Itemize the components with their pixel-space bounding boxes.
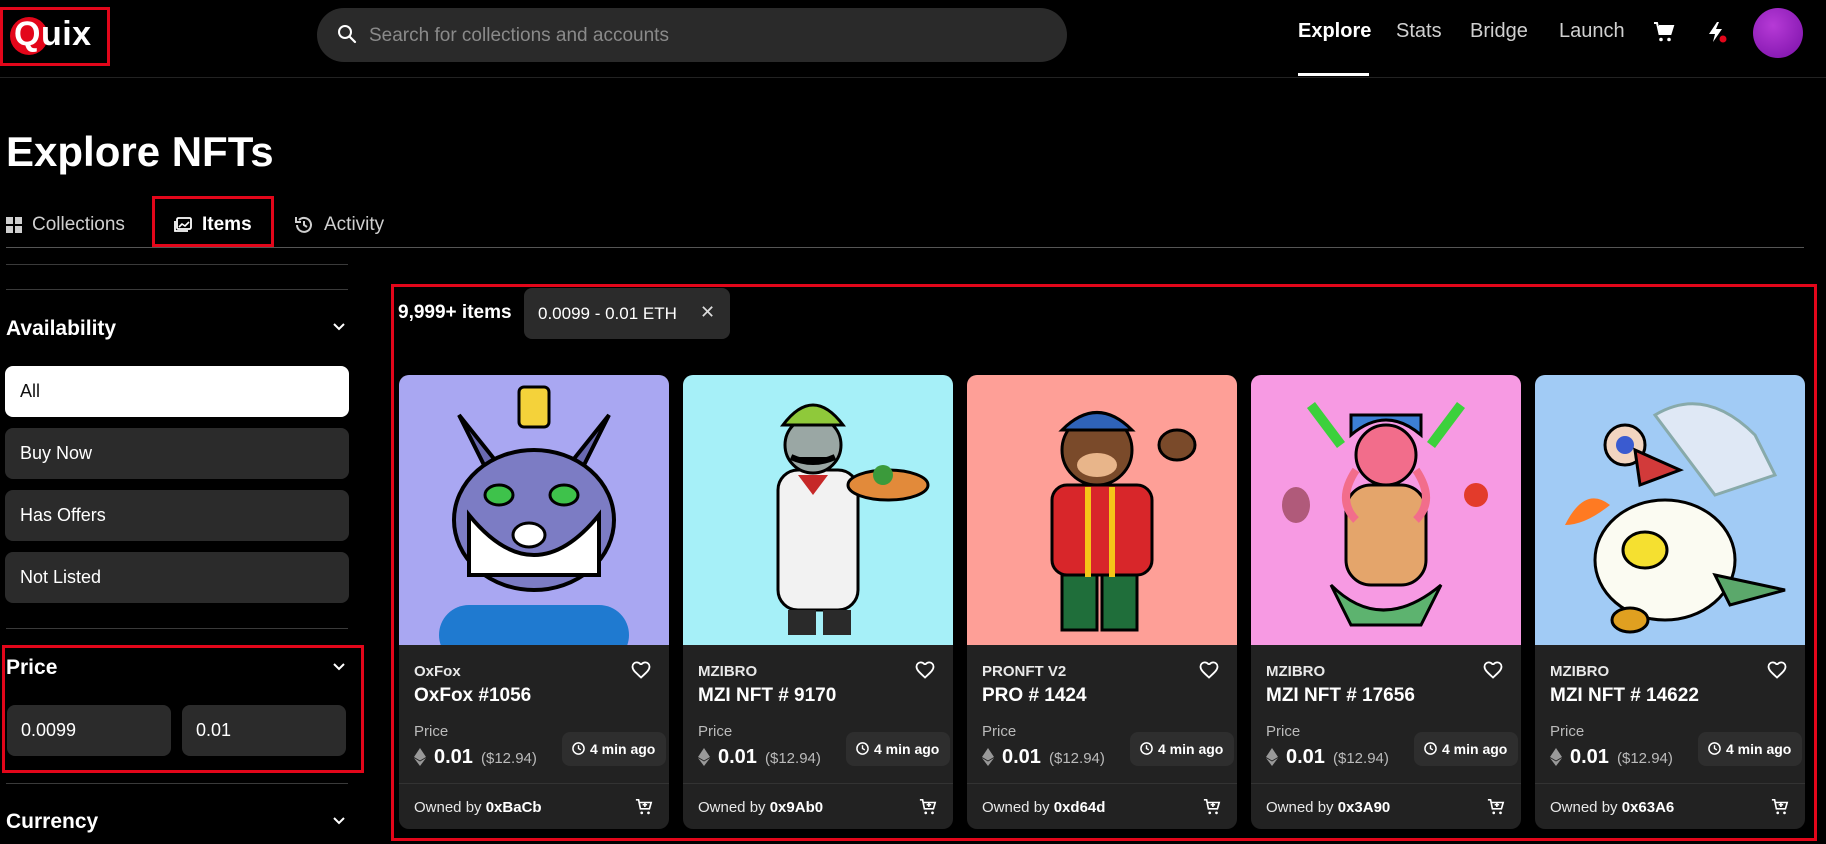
highlight-price-filter <box>2 645 364 773</box>
availability-option-not-listed[interactable]: Not Listed <box>5 552 349 603</box>
nav-launch[interactable]: Launch <box>1559 20 1625 43</box>
history-icon <box>295 216 312 233</box>
availability-option-buy-now[interactable]: Buy Now <box>5 428 349 479</box>
currency-title[interactable]: Currency <box>6 810 98 834</box>
page-title: Explore NFTs <box>6 128 274 175</box>
grid-icon <box>6 217 22 233</box>
nav-active-underline <box>1298 73 1369 76</box>
chevron-down-icon[interactable] <box>332 322 346 332</box>
tabs-divider <box>6 247 1804 248</box>
sidebar-divider <box>6 289 348 290</box>
sidebar-divider <box>6 264 348 265</box>
search-bar[interactable] <box>317 8 1067 64</box>
search-input[interactable] <box>367 8 1051 64</box>
nav-explore[interactable]: Explore <box>1298 20 1371 43</box>
sidebar-divider <box>6 628 348 629</box>
nav-stats[interactable]: Stats <box>1396 20 1442 43</box>
lightning-icon[interactable] <box>1704 20 1728 44</box>
availability-option-has-offers[interactable]: Has Offers <box>5 490 349 541</box>
availability-option-all[interactable]: All <box>5 366 349 417</box>
tab-collections[interactable]: Collections <box>6 214 125 236</box>
tab-collections-label: Collections <box>32 214 125 235</box>
search-icon <box>338 25 357 44</box>
user-avatar[interactable] <box>1753 8 1803 58</box>
highlight-items-tab <box>152 196 274 247</box>
tab-activity[interactable]: Activity <box>294 214 384 236</box>
highlight-results <box>391 284 1817 841</box>
highlight-logo <box>0 7 110 66</box>
nav-bridge[interactable]: Bridge <box>1470 20 1528 43</box>
tab-activity-label: Activity <box>324 214 385 235</box>
top-header: Quix Explore Stats Bridge Launch <box>0 0 1826 78</box>
chevron-down-icon[interactable] <box>332 816 346 826</box>
sidebar-divider <box>6 783 348 784</box>
availability-title[interactable]: Availability <box>6 317 116 341</box>
cart-icon[interactable] <box>1652 20 1676 44</box>
